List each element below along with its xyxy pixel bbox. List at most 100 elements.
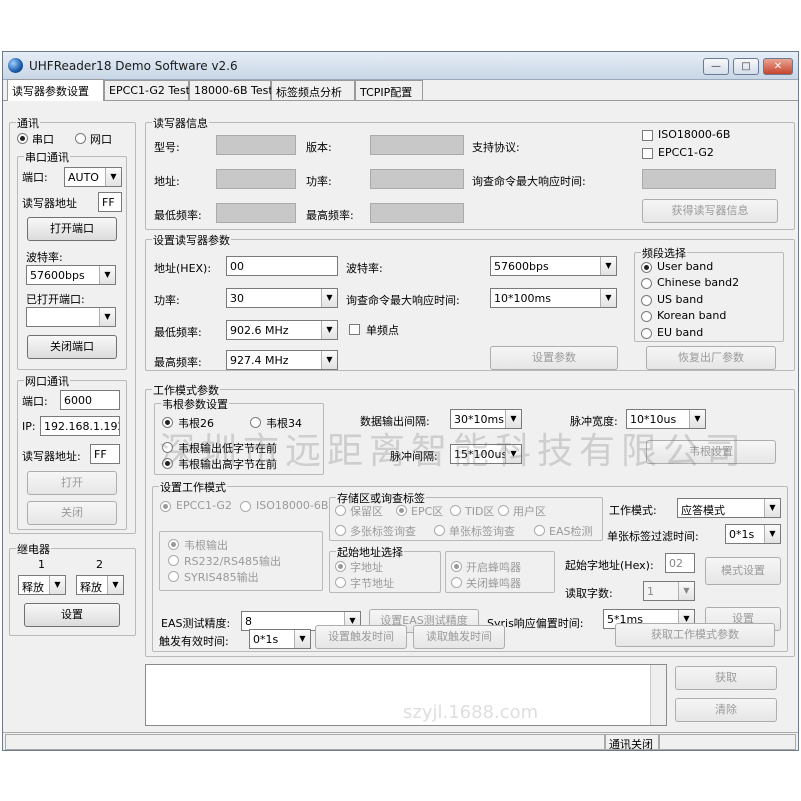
restore-default-button[interactable]: 恢复出厂参数 (646, 346, 776, 370)
version-value (370, 135, 464, 155)
filter-label: 单张标签过滤时间: (607, 530, 699, 543)
param-baud-label: 波特率: (346, 262, 383, 275)
eas-detect-label: EAS检测 (549, 525, 593, 538)
tab-freq-analysis[interactable]: 标签频点分析 (271, 80, 355, 100)
byte-addr-radio[interactable] (335, 577, 346, 588)
ip-input[interactable]: 192.168.1.192 (40, 416, 120, 436)
trigger-read-button[interactable]: 读取触发时间 (413, 625, 505, 649)
word-addr-radio[interactable] (335, 561, 346, 572)
area-user-radio[interactable] (498, 505, 509, 516)
trigger-select[interactable]: 0*1s ▼ (249, 629, 311, 649)
serial-radio[interactable] (17, 133, 28, 144)
addr-input[interactable]: FF (98, 192, 122, 212)
relay1-select[interactable]: 释放 ▼ (18, 575, 66, 595)
mode-select[interactable]: 应答模式 ▼ (677, 498, 781, 518)
net-addr-input[interactable]: FF (90, 444, 120, 464)
tab-reader-params[interactable]: 读写器参数设置 (7, 79, 104, 101)
param-power-select[interactable]: 30 ▼ (226, 288, 338, 308)
filter-select[interactable]: 0*1s ▼ (725, 524, 781, 544)
wg26-radio[interactable] (162, 417, 173, 428)
serial-radio-label: 串口 (32, 133, 54, 146)
set-params-button[interactable]: 设置参数 (490, 346, 618, 370)
pulse-gap-select[interactable]: 15*100us ▼ (450, 444, 522, 464)
low-byte-radio[interactable] (162, 442, 173, 453)
tab-epcc1-g2-test[interactable]: EPCC1-G2 Test (104, 80, 190, 100)
buzzer-off-radio[interactable] (451, 577, 462, 588)
info-max-resp-label: 询查命令最大响应时间: (472, 175, 586, 188)
tab-18000-6b-test[interactable]: 18000-6B Test (189, 80, 273, 100)
relay-set-button[interactable]: 设置 (24, 603, 120, 627)
interval-select[interactable]: 30*10ms ▼ (450, 409, 522, 429)
log-output[interactable] (145, 664, 667, 726)
net-group: 网口通讯 端口: 6000 IP: 192.168.1.192 读写器地址: F… (17, 373, 127, 530)
single-query-radio[interactable] (434, 525, 445, 536)
tab-tcpip-config[interactable]: TCPIP配置 (355, 80, 423, 100)
area-epc-radio[interactable] (396, 505, 407, 516)
net-port-input[interactable]: 6000 (60, 390, 120, 410)
read-words-select[interactable]: 1 ▼ (643, 581, 695, 601)
param-power-label: 功率: (154, 294, 180, 307)
wg34-radio[interactable] (250, 417, 261, 428)
mode-set-button[interactable]: 模式设置 (705, 557, 781, 585)
out-wiegand-label: 韦根输出 (184, 539, 228, 552)
port-label: 端口: (22, 171, 48, 184)
param-max-freq-select[interactable]: 927.4 MHz ▼ (226, 350, 338, 370)
area-tid-radio[interactable] (450, 505, 461, 516)
baud-select[interactable]: 57600bps ▼ (26, 265, 116, 285)
reader-info-group: 读写器信息 型号: 版本: 支持协议: ISO18000-6B EPCC1-G2… (145, 115, 795, 230)
maximize-button[interactable]: □ (733, 58, 759, 75)
band-label-korean: Korean band (657, 309, 727, 322)
proto-iso-checkbox[interactable] (642, 130, 653, 141)
band-radio-korean[interactable] (641, 311, 652, 322)
net-open-button[interactable]: 打开 (27, 471, 117, 495)
eas-detect-radio[interactable] (534, 525, 545, 536)
param-addr-input[interactable]: 00 (226, 256, 338, 276)
relay2-select[interactable]: 释放 ▼ (76, 575, 124, 595)
chevron-down-icon: ▼ (99, 266, 115, 284)
param-resp-select[interactable]: 10*100ms ▼ (490, 288, 617, 308)
opened-port-select[interactable]: ▼ (26, 307, 116, 327)
band-radio-us[interactable] (641, 295, 652, 306)
net-radio[interactable] (75, 133, 86, 144)
param-baud-select[interactable]: 57600bps ▼ (490, 256, 617, 276)
log-clear-button[interactable]: 清除 (675, 698, 777, 722)
net-close-button[interactable]: 关闭 (27, 501, 117, 525)
wiegand-set-button[interactable]: 韦根设置 (646, 440, 776, 464)
param-resp-label: 询查命令最大响应时间: (346, 294, 460, 307)
port-select[interactable]: AUTO ▼ (64, 167, 122, 187)
param-min-freq-select[interactable]: 902.6 MHz ▼ (226, 320, 338, 340)
log-scrollbar[interactable] (650, 665, 666, 725)
version-label: 版本: (306, 141, 332, 154)
out-rs-radio[interactable] (168, 555, 179, 566)
start-word-input[interactable]: 02 (665, 553, 695, 573)
area-reserve-radio[interactable] (335, 505, 346, 516)
ip-label: IP: (22, 420, 36, 433)
log-get-button[interactable]: 获取 (675, 666, 777, 690)
open-port-button[interactable]: 打开端口 (27, 217, 117, 241)
multi-query-radio[interactable] (335, 525, 346, 536)
out-wiegand-radio[interactable] (168, 539, 179, 550)
wm-epc-radio[interactable] (160, 501, 171, 512)
close-button[interactable]: ✕ (763, 58, 793, 75)
wm-iso-radio[interactable] (240, 501, 251, 512)
relay-group: 继电器 1 2 释放 ▼ 释放 ▼ 设置 (9, 541, 136, 636)
get-info-button[interactable]: 获得读写器信息 (642, 199, 778, 223)
serial-group-label: 串口通讯 (24, 149, 70, 165)
info-max-freq-value (370, 203, 464, 223)
trigger-set-button[interactable]: 设置触发时间 (315, 625, 407, 649)
wg34-label: 韦根34 (266, 417, 302, 430)
pulse-width-select[interactable]: 10*10us ▼ (626, 409, 706, 429)
band-radio-eu[interactable] (641, 328, 652, 339)
band-radio-user[interactable] (641, 262, 652, 273)
single-freq-checkbox[interactable] (349, 324, 360, 335)
buzzer-on-radio[interactable] (451, 561, 462, 572)
chevron-down-icon: ▼ (321, 351, 337, 369)
byte-addr-label: 字节地址 (350, 577, 394, 590)
high-byte-radio[interactable] (162, 458, 173, 469)
band-radio-chinese2[interactable] (641, 278, 652, 289)
proto-epc-checkbox[interactable] (642, 148, 653, 159)
get-mode-button[interactable]: 获取工作模式参数 (615, 623, 775, 647)
out-syris-radio[interactable] (168, 571, 179, 582)
minimize-button[interactable]: — (703, 58, 729, 75)
close-port-button[interactable]: 关闭端口 (27, 335, 117, 359)
